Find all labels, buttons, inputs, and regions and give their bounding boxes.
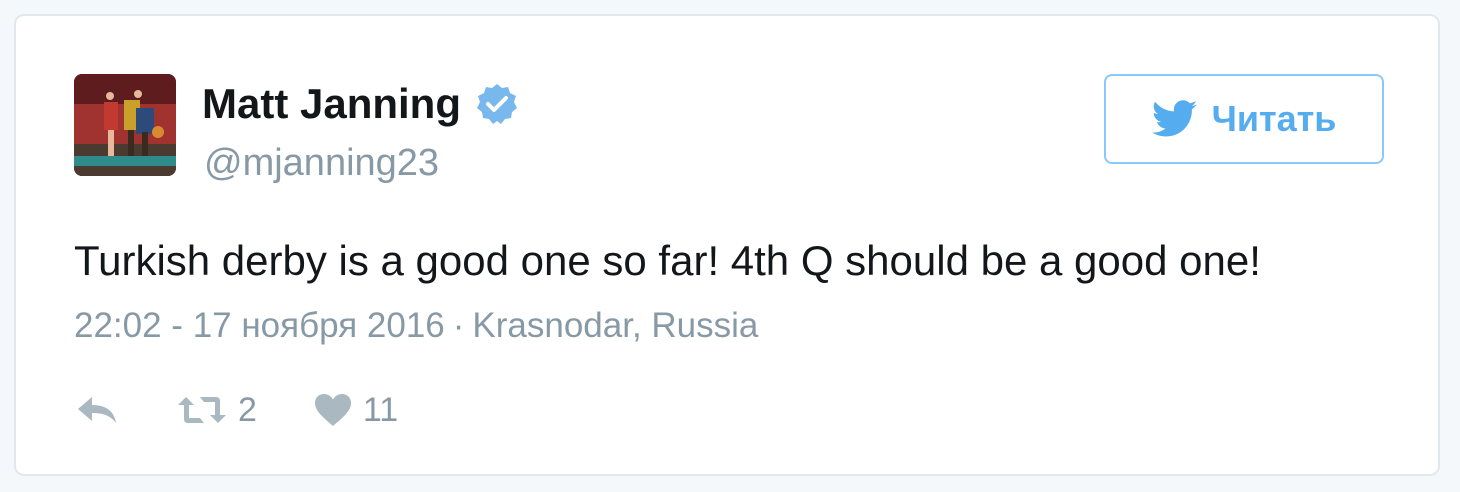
- reply-icon: [78, 397, 116, 423]
- follow-button-label: Читать: [1211, 98, 1337, 139]
- heart-icon: [314, 394, 351, 426]
- twitter-bird-icon: [1151, 100, 1197, 137]
- tweet-timestamp[interactable]: 22:02 - 17 ноября 2016: [74, 306, 445, 345]
- like-button[interactable]: 11: [313, 392, 398, 428]
- like-count: 11: [362, 391, 399, 429]
- avatar-image: [74, 74, 176, 176]
- author-name[interactable]: Matt Janning: [202, 83, 461, 125]
- follow-button[interactable]: Читать: [1104, 74, 1384, 164]
- verified-badge-icon: [477, 84, 517, 124]
- reply-button[interactable]: [74, 393, 120, 427]
- tweet-actions: 2 11: [74, 388, 398, 432]
- retweet-icon: [178, 397, 226, 423]
- retweet-count: 2: [238, 391, 257, 429]
- author-handle[interactable]: @mjanning23: [204, 144, 439, 182]
- retweet-button[interactable]: 2: [176, 393, 257, 427]
- tweet-location[interactable]: Krasnodar, Russia: [472, 306, 758, 345]
- tweet-meta: 22:02 - 17 ноября 2016 · Krasnodar, Russia: [74, 308, 758, 343]
- tweet-card: Matt Janning @mjanning23 Читать Turkish …: [14, 14, 1440, 476]
- avatar[interactable]: [74, 74, 176, 176]
- author-row: Matt Janning: [202, 82, 519, 126]
- meta-separator: ·: [452, 306, 465, 345]
- tweet-text: Turkish derby is a good one so far! 4th …: [74, 237, 1261, 284]
